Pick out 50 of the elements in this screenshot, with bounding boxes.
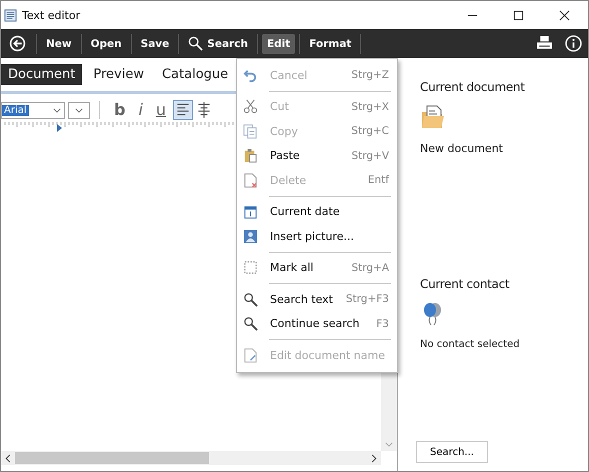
scroll-left-icon[interactable]	[5, 454, 11, 462]
menu-item[interactable]: Search text Strg+F3	[237, 287, 397, 312]
section-heading: Current document	[420, 80, 525, 94]
font-dropdown[interactable]: Arial	[1, 102, 65, 118]
scissors-icon	[243, 99, 258, 114]
menu-item[interactable]: Insert picture...	[237, 224, 397, 248]
search-icon	[243, 292, 258, 307]
toolbar-button[interactable]: Format	[304, 34, 356, 54]
menu-item[interactable]: Current date	[237, 200, 397, 224]
contact-name: No contact selected	[420, 339, 520, 350]
caret-icon	[75, 108, 83, 112]
align-left-icon[interactable]	[174, 101, 192, 119]
menu-item[interactable]: Mark all Strg+A	[237, 256, 397, 280]
back-icon[interactable]	[9, 35, 26, 52]
toolbar-button[interactable]: New	[41, 34, 77, 54]
search-button[interactable]: Search...	[416, 441, 488, 463]
horizontal-scrollbar[interactable]	[1, 451, 381, 465]
bold-button[interactable]: b	[109, 101, 130, 119]
scroll-right-icon[interactable]	[371, 454, 377, 462]
search-icon	[188, 36, 204, 51]
calendar-icon	[243, 204, 258, 220]
caret-icon	[53, 108, 61, 112]
close-icon[interactable]	[559, 10, 570, 20]
tab[interactable]: Catalogue	[154, 64, 236, 85]
edit-file-icon	[243, 348, 258, 363]
tab[interactable]: Document	[1, 64, 82, 85]
clipboard-icon	[243, 148, 258, 164]
tab[interactable]: Preview	[86, 64, 151, 85]
document-name: New document	[420, 142, 503, 155]
section-heading: Current contact	[420, 277, 510, 291]
search-icon	[243, 316, 258, 332]
maximize-icon[interactable]	[513, 10, 524, 20]
toolbar-button[interactable]: Edit	[262, 34, 296, 54]
selection-icon	[243, 260, 258, 276]
menu-item[interactable]: Continue search F3	[237, 312, 397, 336]
copy-icon	[243, 124, 258, 139]
undo-icon	[243, 68, 258, 83]
app-icon	[4, 8, 17, 22]
underline-button[interactable]: u	[150, 101, 172, 119]
window-title: Text editor	[22, 8, 80, 22]
toolbar-button[interactable]: Save	[136, 34, 174, 54]
delete-file-icon	[243, 172, 258, 188]
italic-button[interactable]: i	[133, 101, 148, 119]
printer-icon[interactable]	[536, 35, 553, 52]
toolbar-button[interactable]: Open	[86, 34, 127, 54]
menu-item[interactable]: Paste Strg+V	[237, 144, 397, 168]
picture-icon	[243, 228, 258, 244]
info-icon[interactable]	[565, 35, 582, 52]
toolbar-button[interactable]: Search	[183, 32, 253, 55]
folder-document-icon	[420, 104, 446, 130]
